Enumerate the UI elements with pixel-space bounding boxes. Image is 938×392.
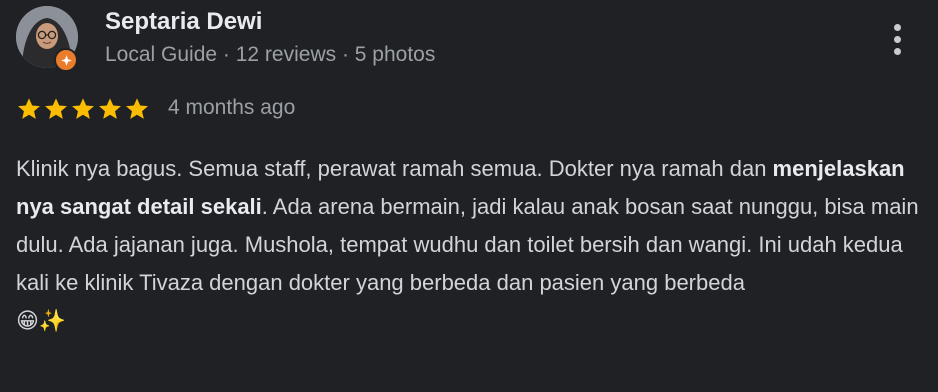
star-rating: [16, 96, 150, 122]
star-icon: [72, 98, 94, 119]
star-icon: [126, 98, 148, 119]
star-icon: [18, 98, 40, 119]
more-vertical-icon: [893, 23, 901, 31]
review-time: 4 months ago: [168, 96, 296, 119]
more-options-button[interactable]: [882, 16, 912, 62]
star-icon: [45, 98, 67, 119]
local-guide-badge-icon: [54, 48, 78, 72]
review-text-part: Klinik nya bagus. Semua staff, perawat r…: [16, 156, 773, 181]
reviewer-name[interactable]: Septaria Dewi: [105, 8, 262, 36]
reviewer-meta[interactable]: Local Guide · 12 reviews · 5 photos: [105, 43, 435, 67]
review-text: Klinik nya bagus. Semua staff, perawat r…: [16, 150, 926, 341]
review-emoji: 😁✨: [16, 309, 67, 334]
star-icon: [99, 98, 121, 119]
